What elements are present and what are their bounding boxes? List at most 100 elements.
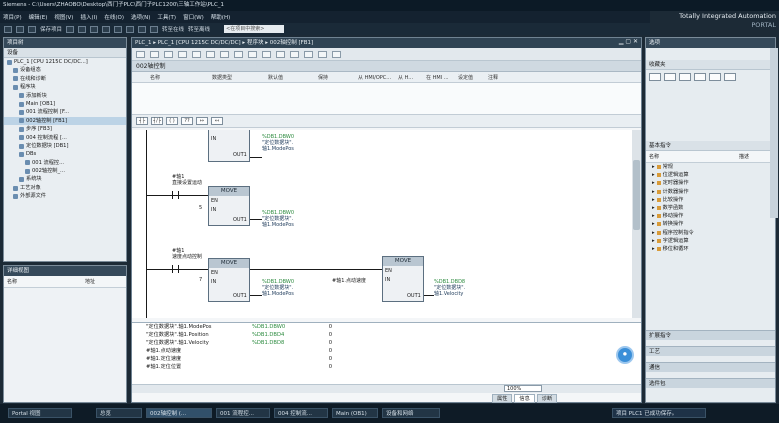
tree-item[interactable]: 001 流程控制 [F... xyxy=(4,108,126,116)
tree-item[interactable]: 001 流程控... xyxy=(4,159,126,167)
toolbar-icon-14[interactable] xyxy=(318,50,327,58)
watch-row[interactable]: "定位数据块".轴1.ModePos %DB1.DBW0 0 xyxy=(132,323,641,331)
instruction-folder[interactable]: ▸ 移动操作 xyxy=(646,212,775,220)
toolbar-icon-15[interactable] xyxy=(332,50,341,58)
editor-vertical-scrollbar[interactable] xyxy=(632,130,641,318)
fav-contact-icon[interactable] xyxy=(649,73,661,81)
toolbar-icon-3[interactable] xyxy=(164,50,173,58)
instruction-folder[interactable]: ▸ 比较操作 xyxy=(646,196,775,204)
optional-packages-section[interactable]: 选件包 xyxy=(646,378,775,388)
toolbar-icon-6[interactable] xyxy=(206,50,215,58)
go-offline-button[interactable]: 转至离线 xyxy=(188,25,210,33)
watch-row[interactable]: "定位数据块".轴1.Velocity %DB1.DBD8 0 xyxy=(132,339,641,347)
tree-item[interactable]: 添加新块 xyxy=(4,92,126,100)
empty-box-icon[interactable]: ?? xyxy=(181,117,193,125)
menu-item-edit[interactable]: 编辑(E) xyxy=(29,13,48,21)
tree-item[interactable]: Main [OB1] xyxy=(4,100,126,108)
menu-item-insert[interactable]: 插入(I) xyxy=(80,13,97,21)
zoom-select[interactable]: 100% xyxy=(504,385,542,392)
communication-section[interactable]: 通信 xyxy=(646,362,775,372)
src-label[interactable]: #轴1.点动速度 xyxy=(332,277,366,284)
watch-row[interactable]: #轴1.定位位置 0 xyxy=(132,363,641,371)
expand-arrow-icon[interactable]: ▸ xyxy=(652,229,655,237)
contact-no-icon[interactable]: ┤├ xyxy=(136,117,148,125)
toolbar-icon-9[interactable] xyxy=(248,50,257,58)
menu-item-project[interactable]: 项目(P) xyxy=(3,13,22,21)
fav-nc-contact-icon[interactable] xyxy=(664,73,676,81)
instruction-folder[interactable]: ▸ 转换操作 xyxy=(646,220,775,228)
in-value-2[interactable]: 5 xyxy=(199,205,202,211)
paste-icon[interactable] xyxy=(90,25,99,33)
task-axis-control[interactable]: 002轴控制 (... xyxy=(146,408,212,418)
expand-arrow-icon[interactable]: ▸ xyxy=(652,188,655,196)
instruction-folder[interactable]: ▸ 程序控制指令 xyxy=(646,229,775,237)
go-online-button[interactable]: 转至在线 xyxy=(162,25,184,33)
tree-item[interactable]: 工艺对象 xyxy=(4,184,126,192)
tree-item[interactable]: 系统块 xyxy=(4,175,126,183)
toolbar-icon-8[interactable] xyxy=(234,50,243,58)
undo-icon[interactable] xyxy=(102,25,111,33)
menu-item-view[interactable]: 视图(V) xyxy=(54,13,73,21)
task-card-tabs[interactable] xyxy=(770,48,778,218)
redo-icon[interactable] xyxy=(114,25,123,33)
tree-item[interactable]: 002轴控制_... xyxy=(4,167,126,175)
tree-item[interactable]: 步序 [FB3] xyxy=(4,125,126,133)
download-icon[interactable] xyxy=(138,25,147,33)
toolbar-icon-12[interactable] xyxy=(290,50,299,58)
instruction-folder[interactable]: ▸ 计数器操作 xyxy=(646,188,775,196)
portal-view-button[interactable]: Portal 视图 xyxy=(8,408,72,418)
tree-item[interactable]: 外部源文件 xyxy=(4,192,126,200)
in-value-3[interactable]: 7 xyxy=(199,277,202,283)
toolbar-icon-1[interactable] xyxy=(136,50,145,58)
menu-item-tools[interactable]: 工具(T) xyxy=(157,13,176,21)
fav-box-icon[interactable] xyxy=(694,73,706,81)
toolbar-icon-10[interactable] xyxy=(262,50,271,58)
menu-item-online[interactable]: 在线(O) xyxy=(104,13,124,21)
toolbar-icon-7[interactable] xyxy=(220,50,229,58)
toolbar-icon-11[interactable] xyxy=(276,50,285,58)
technology-section[interactable]: 工艺 xyxy=(646,346,775,356)
move-block-3[interactable]: MOVE EN IN OUT1 xyxy=(208,258,250,302)
instruction-folder[interactable]: ▸ 定时器操作 xyxy=(646,179,775,187)
toolbar-icon-4[interactable] xyxy=(178,50,187,58)
task-control-flow[interactable]: 004 控制流... xyxy=(274,408,328,418)
task-flow-control[interactable]: 001 流程控... xyxy=(216,408,270,418)
expand-arrow-icon[interactable]: ▸ xyxy=(652,171,655,179)
devices-tab[interactable]: 设备 xyxy=(4,48,126,58)
tree-item[interactable]: 在线和诊断 xyxy=(4,75,126,83)
tab-diagnostics[interactable]: 诊断 xyxy=(536,394,558,403)
tree-item[interactable]: 002轴控制 [FB1] xyxy=(4,116,126,126)
instruction-folder[interactable]: ▸ 字逻辑运算 xyxy=(646,237,775,245)
tree-item[interactable]: DBs xyxy=(4,150,126,158)
open-project-icon[interactable] xyxy=(16,25,24,33)
cut-icon[interactable] xyxy=(66,25,75,33)
move-block-1[interactable]: IN OUT1 xyxy=(208,130,250,162)
copy-icon[interactable] xyxy=(78,25,87,33)
new-project-icon[interactable] xyxy=(4,25,12,33)
toolbar-icon-5[interactable] xyxy=(192,50,201,58)
toolbar-icon-2[interactable] xyxy=(150,50,159,58)
ladder-canvas[interactable]: IN OUT1 %DB1.DBW0 "定位数据块". 轴1.ModePos #轴… xyxy=(132,130,632,318)
expand-arrow-icon[interactable]: ▸ xyxy=(652,204,655,212)
contact-nc-icon[interactable]: ┤/├ xyxy=(151,117,163,125)
watch-row[interactable]: #轴1.点动速度 0 xyxy=(132,347,641,355)
instruction-folder[interactable]: ▸ 移位和循环 xyxy=(646,245,775,253)
toolbar-icon-13[interactable] xyxy=(304,50,313,58)
contact-3[interactable] xyxy=(172,265,173,273)
basic-instructions-section[interactable]: 基本指令 xyxy=(646,141,775,151)
save-project-icon[interactable] xyxy=(28,25,36,33)
tree-item[interactable]: 程序块 xyxy=(4,83,126,91)
menu-item-options[interactable]: 选项(N) xyxy=(131,13,150,21)
expand-arrow-icon[interactable]: ▸ xyxy=(652,212,655,220)
upload-icon[interactable] xyxy=(150,25,159,33)
close-branch-icon[interactable]: ↤ xyxy=(211,117,223,125)
watch-row[interactable]: "定位数据块".轴1.Position %DB1.DBD4 0 xyxy=(132,331,641,339)
menu-item-window[interactable]: 窗口(W) xyxy=(183,13,204,21)
tree-item[interactable]: 定位数据块 [DB1] xyxy=(4,142,126,150)
favorites-section[interactable]: 收藏夹 xyxy=(646,60,775,70)
fav-branch-icon[interactable] xyxy=(709,73,721,81)
tree-item[interactable]: PLC_1 [CPU 1215C DC/DC...] xyxy=(4,58,126,66)
expand-arrow-icon[interactable]: ▸ xyxy=(652,245,655,253)
task-devices-networks[interactable]: 设备和网络 xyxy=(382,408,440,418)
contact-2[interactable] xyxy=(172,191,173,199)
